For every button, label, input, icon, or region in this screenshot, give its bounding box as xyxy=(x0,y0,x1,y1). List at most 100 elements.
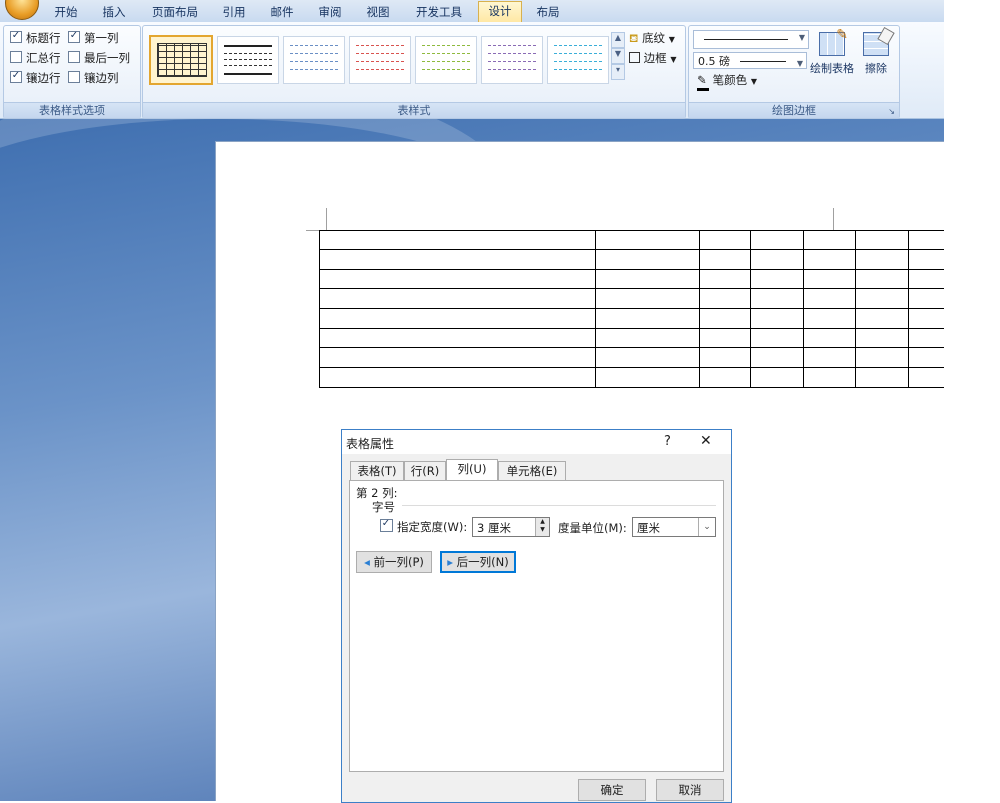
document-table[interactable] xyxy=(319,230,944,388)
last-column-label: 最后一列 xyxy=(84,51,130,65)
first-column-label: 第一列 xyxy=(84,31,119,45)
line-weight-dropdown[interactable]: 0.5 磅 ▼ xyxy=(693,52,807,69)
table-style-swatch[interactable] xyxy=(349,36,411,84)
measure-unit-value: 厘米 xyxy=(637,521,660,535)
help-button[interactable]: ? xyxy=(664,434,671,449)
arrow-left-icon: ◂ xyxy=(364,555,370,569)
tab-design[interactable]: 设计 xyxy=(478,1,522,23)
dialog-titlebar[interactable]: 表格属性 ? ✕ xyxy=(342,430,731,454)
chevron-down-icon[interactable]: ⌄ xyxy=(698,518,715,536)
close-button[interactable]: ✕ xyxy=(700,433,712,449)
cancel-button[interactable]: 取消 xyxy=(656,779,724,801)
chevron-down-icon: ▼ xyxy=(750,77,757,86)
crop-mark xyxy=(326,208,327,230)
eraser-icon xyxy=(863,26,895,56)
draw-table-icon: ✎ xyxy=(819,27,848,56)
table-style-swatch[interactable] xyxy=(547,36,609,84)
watermark-logo: Bai du 经验 xyxy=(766,698,922,777)
banded-rows-option[interactable]: 镶边行 xyxy=(10,70,61,86)
dialog-launcher-icon[interactable]: ↘ xyxy=(888,107,895,116)
table-style-swatch[interactable] xyxy=(283,36,345,84)
gallery-more-icon[interactable]: ▾ xyxy=(611,64,625,80)
group-label: 绘图边框 xyxy=(689,102,899,118)
next-column-label: 后一列(N) xyxy=(456,555,509,569)
tab-review[interactable]: 审阅 xyxy=(312,3,348,22)
shading-button[interactable]: ⛾ 底纹 ▼ xyxy=(629,30,675,46)
checkbox-icon[interactable] xyxy=(10,71,22,83)
draw-table-button[interactable]: ✎ 绘制表格 xyxy=(809,27,855,76)
prev-column-button[interactable]: ◂ 前一列(P) xyxy=(356,551,432,573)
group-label: 表样式 xyxy=(143,102,685,118)
tab-cell[interactable]: 单元格(E) xyxy=(498,461,566,481)
tab-row[interactable]: 行(R) xyxy=(404,461,446,481)
scroll-down-icon[interactable]: ▼ xyxy=(611,48,625,64)
ribbon-tab-bar: 开始 插入 页面布局 引用 邮件 审阅 视图 开发工具 设计 布局 xyxy=(0,0,944,23)
tab-mailings[interactable]: 邮件 xyxy=(264,3,300,22)
banded-rows-label: 镶边行 xyxy=(26,71,61,85)
chevron-down-icon: ▼ xyxy=(798,33,805,42)
borders-button[interactable]: 边框 ▼ xyxy=(629,50,676,66)
pen-color-button[interactable]: ✎ 笔颜色 ▼ xyxy=(697,72,757,91)
column-tab-panel: 第 2 列: 字号 指定宽度(W): 3 厘米 ▲▼ 度量单位(M): 厘米 ⌄… xyxy=(349,480,724,772)
tab-column[interactable]: 列(U) xyxy=(446,459,498,482)
chevron-down-icon: ▼ xyxy=(796,59,803,68)
checkbox-icon[interactable] xyxy=(380,519,393,532)
dialog-title: 表格属性 xyxy=(346,437,395,451)
table-style-swatch[interactable] xyxy=(415,36,477,84)
header-row-option[interactable]: 标题行 xyxy=(10,30,61,46)
line-weight-value: 0.5 磅 xyxy=(698,55,730,68)
tab-page-layout[interactable]: 页面布局 xyxy=(146,3,204,22)
borders-label: 边框 xyxy=(643,51,667,65)
scroll-up-icon[interactable]: ▲ xyxy=(611,32,625,48)
tab-insert[interactable]: 插入 xyxy=(96,3,132,22)
tab-developer[interactable]: 开发工具 xyxy=(410,3,468,22)
measure-unit-label: 度量单位(M): xyxy=(558,521,627,535)
specify-width-label: 指定宽度(W): xyxy=(397,520,468,534)
tab-view[interactable]: 视图 xyxy=(360,3,396,22)
last-column-option[interactable]: 最后一列 xyxy=(68,50,130,66)
first-column-option[interactable]: 第一列 xyxy=(68,30,119,46)
chevron-down-icon: ▼ xyxy=(670,55,677,64)
chevron-down-icon: ▼ xyxy=(668,35,675,44)
checkbox-icon[interactable] xyxy=(68,71,80,83)
measure-unit-select[interactable]: 厘米 ⌄ xyxy=(632,517,716,537)
checkbox-icon[interactable] xyxy=(10,51,22,63)
width-input[interactable]: 3 厘米 ▲ ▼ xyxy=(472,517,550,537)
checkbox-icon[interactable] xyxy=(68,51,80,63)
banded-columns-label: 镶边列 xyxy=(84,71,119,85)
draw-borders-group: ▼ 0.5 磅 ▼ ✎ 笔颜色 ▼ ✎ 绘制表格 擦除 绘图边框 ↘ xyxy=(688,25,900,119)
tab-layout[interactable]: 布局 xyxy=(530,3,566,22)
specify-width-option[interactable]: 指定宽度(W): xyxy=(380,519,467,535)
office-button[interactable] xyxy=(5,0,39,20)
line-style-dropdown[interactable]: ▼ xyxy=(693,30,809,49)
table-style-swatch[interactable] xyxy=(149,35,213,85)
column-name: 字号 xyxy=(372,500,395,514)
eraser-label: 擦除 xyxy=(865,62,887,75)
checkbox-icon[interactable] xyxy=(10,31,22,43)
table-style-options-group: 标题行 第一列 汇总行 最后一列 镶边行 镶边列 表格样式选项 xyxy=(3,25,141,119)
checkbox-icon[interactable] xyxy=(68,31,80,43)
table-style-swatch[interactable] xyxy=(481,36,543,84)
next-column-button[interactable]: ▸ 后一列(N) xyxy=(440,551,516,573)
total-row-label: 汇总行 xyxy=(26,51,61,65)
header-row-label: 标题行 xyxy=(26,31,61,45)
border-icon xyxy=(629,52,640,63)
crop-mark xyxy=(833,208,834,230)
table-style-swatch[interactable] xyxy=(217,36,279,84)
watermark-url: jingyan.baidu.com xyxy=(766,780,896,796)
banded-columns-option[interactable]: 镶边列 xyxy=(68,70,119,86)
spinner-icon[interactable]: ▲ ▼ xyxy=(535,518,549,536)
total-row-option[interactable]: 汇总行 xyxy=(10,50,61,66)
prev-column-label: 前一列(P) xyxy=(373,555,424,569)
tab-home[interactable]: 开始 xyxy=(48,3,84,22)
tab-references[interactable]: 引用 xyxy=(216,3,252,22)
paint-bucket-icon: ⛾ xyxy=(629,31,639,45)
arrow-right-icon: ▸ xyxy=(447,555,454,569)
table-styles-group: ▲ ▼ ▾ ⛾ 底纹 ▼ 边框 ▼ 表样式 xyxy=(142,25,686,119)
divider xyxy=(402,505,716,506)
tab-table[interactable]: 表格(T) xyxy=(350,461,404,481)
ok-button[interactable]: 确定 xyxy=(578,779,646,801)
shading-label: 底纹 xyxy=(642,31,666,45)
eraser-button[interactable]: 擦除 xyxy=(859,26,895,76)
ribbon: 标题行 第一列 汇总行 最后一列 镶边行 镶边列 表格样式选项 xyxy=(0,22,944,119)
